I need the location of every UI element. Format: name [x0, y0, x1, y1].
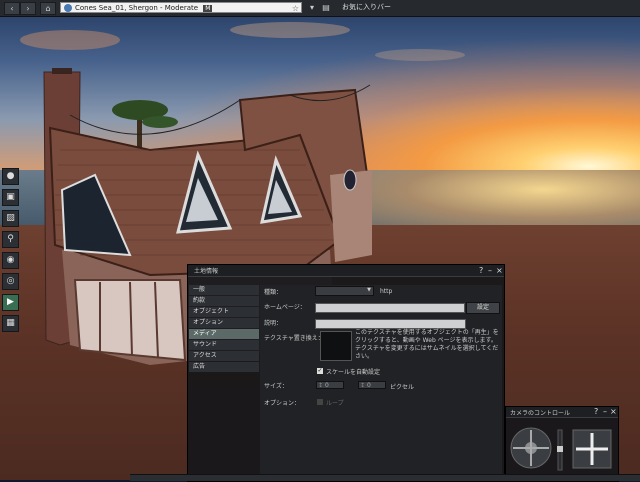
media-icon[interactable]: ▶ [2, 294, 19, 311]
tab-access[interactable]: アクセス [189, 351, 259, 361]
land-tabs: 一般 約款 オブジェクト オプション メディア サウンド アクセス 広告 [189, 285, 259, 373]
landmark-icon[interactable]: ▤ [320, 2, 332, 13]
tab-objects[interactable]: オブジェクト [189, 307, 259, 317]
tab-options[interactable]: オプション [189, 318, 259, 328]
media-tab-content: 種類： http ホームページ： 設定 説明： テクスチャ置き換え： このテクス… [260, 285, 502, 479]
size-label: サイズ： [264, 383, 288, 390]
replace-texture-label: テクスチャ置き換え： [264, 335, 324, 342]
camera-orbit-control[interactable] [510, 427, 552, 469]
texture-thumbnail[interactable] [320, 331, 352, 361]
map-icon[interactable]: ▦ [2, 315, 19, 332]
location-text: Cones Sea_01, Shergon - Moderate [75, 4, 199, 12]
minimize-icon[interactable]: – [603, 407, 607, 417]
close-icon[interactable]: × [610, 407, 617, 417]
description-field[interactable] [315, 319, 466, 329]
height-spinner[interactable]: 0 [358, 381, 386, 390]
auto-scale-checkbox[interactable]: ✓ [316, 367, 324, 375]
set-button[interactable]: 設定 [466, 302, 500, 314]
tab-general[interactable]: 一般 [189, 285, 259, 295]
favorites-bar-label[interactable]: お気に入りバー [342, 2, 391, 13]
media-type-dropdown[interactable] [315, 286, 374, 296]
help-icon[interactable]: ? [594, 407, 598, 417]
camera-controls-panel: カメラのコントロール ? – × [505, 406, 619, 482]
close-icon[interactable]: × [496, 265, 503, 276]
panel-titlebar[interactable]: 土地情報 ? – × [188, 265, 504, 277]
tab-covenant[interactable]: 約款 [189, 296, 259, 306]
http-label: http [380, 288, 393, 295]
tab-sound[interactable]: サウンド [189, 340, 259, 350]
loop-label: ループ [326, 400, 344, 407]
homepage-url-field[interactable] [315, 303, 465, 313]
description-label: 説明： [264, 320, 283, 327]
people-icon[interactable]: ● [2, 168, 19, 185]
tab-ads[interactable]: 広告 [189, 362, 259, 372]
home-icon[interactable]: ⌂ [40, 2, 56, 15]
camera-pan-control[interactable] [572, 429, 612, 469]
pixels-label: ピクセル [390, 384, 415, 391]
options-label: オプション： [264, 400, 301, 407]
snapshot-icon[interactable]: ◎ [2, 273, 19, 290]
width-spinner[interactable]: 0 [316, 381, 344, 390]
lightbulb-icon[interactable]: ◉ [2, 252, 19, 269]
homepage-label: ホームページ： [264, 304, 306, 311]
camera-zoom-slider[interactable] [557, 429, 563, 471]
tab-media[interactable]: メディア [189, 329, 259, 339]
camera-title: カメラのコントロール [510, 410, 571, 417]
type-label: 種類： [264, 289, 283, 296]
region-info-icon[interactable] [64, 4, 72, 12]
location-input[interactable]: Cones Sea_01, Shergon - Moderate M ☆ [60, 2, 302, 13]
navigation-bar: ‹ › ⌂ Cones Sea_01, Shergon - Moderate M… [0, 0, 640, 17]
help-icon[interactable]: ? [479, 265, 483, 276]
star-icon[interactable]: ☆ [292, 3, 299, 12]
minimize-icon[interactable]: – [488, 265, 492, 276]
shirt-icon[interactable]: ▣ [2, 189, 19, 206]
left-toolbar: ● ▣ ▨ ⚲ ◉ ◎ ▶ ▦ [2, 168, 19, 336]
media-description-text: このテクスチャを使用するオブジェクトの「再生」をクリックすると、動画や Web … [355, 329, 499, 360]
search-dropdown-icon[interactable]: ▾ [306, 2, 318, 13]
auto-scale-label: スケールを自動設定 [326, 369, 381, 376]
camera-titlebar[interactable]: カメラのコントロール ? – × [506, 407, 618, 418]
back-arrow-icon[interactable]: ‹ [4, 2, 20, 15]
inventory-icon[interactable]: ▨ [2, 210, 19, 227]
land-info-panel: 土地情報 ? – × 一般 約款 オブジェクト オプション メディア サウンド … [187, 264, 505, 482]
forward-arrow-icon[interactable]: › [20, 2, 36, 15]
search-icon[interactable]: ⚲ [2, 231, 19, 248]
loop-checkbox[interactable] [316, 398, 324, 406]
maturity-badge: M [203, 5, 213, 12]
panel-title: 土地情報 [194, 268, 219, 275]
